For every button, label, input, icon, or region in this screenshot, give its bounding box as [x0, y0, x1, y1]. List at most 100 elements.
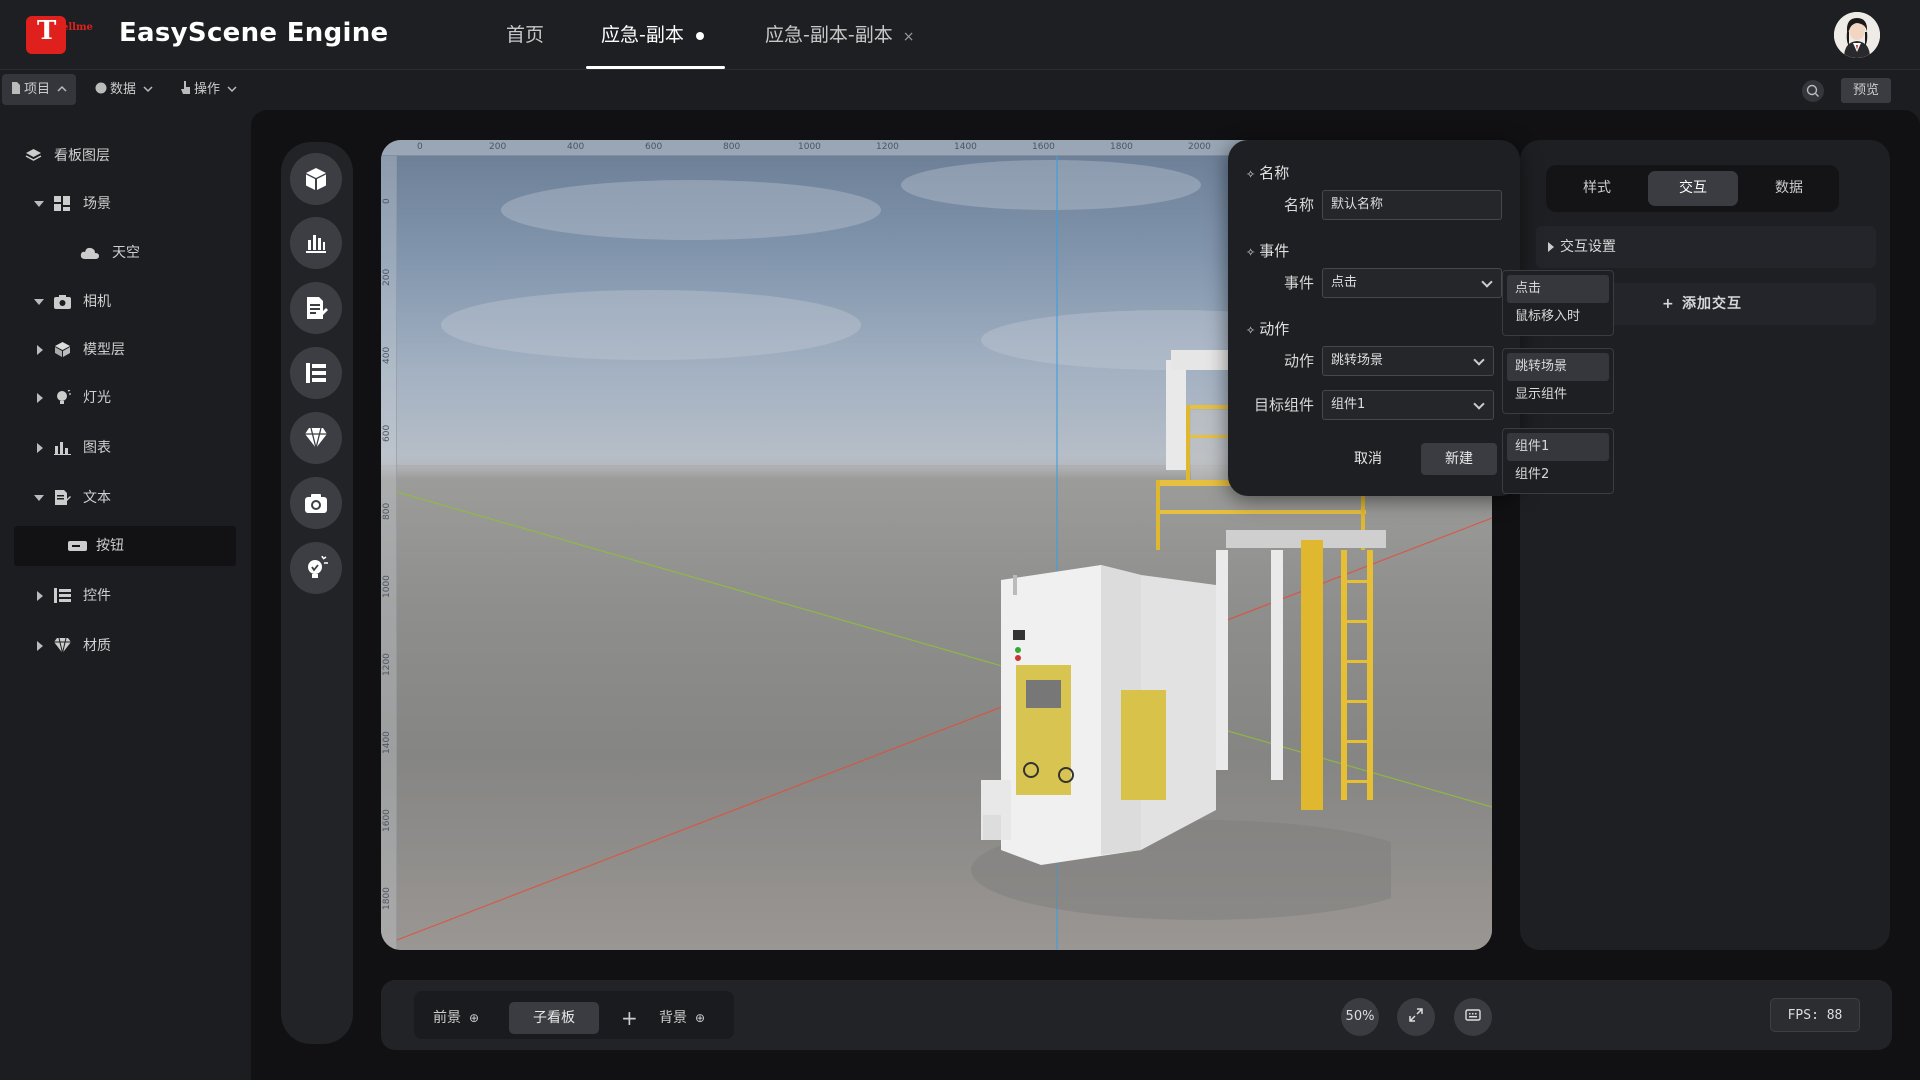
interaction-settings-row[interactable]: 交互设置 — [1536, 226, 1876, 268]
menu-label: 数据 — [110, 82, 137, 97]
keyboard-button[interactable] — [1454, 998, 1492, 1036]
ruler-tick: 1000 — [382, 575, 392, 598]
add-chart-button[interactable] — [290, 217, 342, 269]
layer-item-material[interactable]: 材质 — [0, 626, 250, 666]
ruler-tick: 0 — [382, 198, 392, 204]
target-component-select[interactable]: 组件1 — [1322, 390, 1494, 420]
layer-item-camera[interactable]: 相机 — [0, 282, 250, 322]
foreground-button[interactable]: 前景 ⊕ — [433, 1002, 479, 1034]
event-select-value: 点击 — [1331, 275, 1358, 290]
add-text-button[interactable] — [290, 282, 342, 334]
expand-icon — [1409, 1008, 1423, 1022]
logo-text: ellme — [62, 22, 93, 33]
ruler-tick: 200 — [382, 268, 392, 286]
dropdown-option[interactable]: 跳转场景 — [1507, 353, 1609, 381]
avatar[interactable] — [1834, 12, 1880, 58]
dropdown-option[interactable]: 点击 — [1507, 275, 1609, 303]
layer-item-control[interactable]: 控件 — [0, 576, 250, 616]
zoom-level-button[interactable]: 50% — [1341, 998, 1379, 1036]
ruler-tick: 600 — [645, 142, 663, 152]
tab-emergency-copy-copy[interactable]: 应急-副本-副本 × — [765, 0, 914, 70]
target-select-value: 组件1 — [1331, 397, 1366, 412]
tab-style[interactable]: 样式 — [1552, 171, 1642, 206]
add-control-button[interactable] — [290, 347, 342, 399]
layer-item-sky[interactable]: 天空 — [0, 233, 250, 273]
search-button[interactable] — [1802, 80, 1824, 102]
caret-down-icon[interactable] — [34, 495, 44, 501]
ruler-tick: 800 — [723, 142, 741, 152]
close-icon[interactable]: × — [903, 29, 915, 45]
hand-pointer-icon — [181, 81, 190, 94]
background-button[interactable]: 背景 ⊕ — [659, 1002, 705, 1034]
add-layer-button[interactable]: + — [621, 1002, 638, 1034]
caret-down-icon[interactable] — [34, 201, 44, 207]
layer-item-text[interactable]: 文本 — [0, 478, 250, 518]
action-label: 动作 — [1283, 352, 1314, 370]
action-select[interactable]: 跳转场景 — [1322, 346, 1494, 376]
layer-label: 灯光 — [83, 390, 111, 406]
menu-data[interactable]: 数据 — [86, 74, 162, 105]
layer-label: 模型层 — [83, 342, 125, 358]
section-event-header: ✧ 事件 — [1246, 242, 1290, 260]
layer-item-chart[interactable]: 图表 — [0, 428, 250, 468]
section-name-header: ✧ 名称 — [1246, 164, 1290, 182]
layers-title: 看板图层 — [54, 148, 110, 164]
toolbar: 项目 数据 操作 预览 — [0, 72, 1920, 108]
add-camera-button[interactable] — [290, 477, 342, 529]
sub-board-button[interactable]: 子看板 — [509, 1002, 599, 1034]
tab-label: 应急-副本 — [601, 24, 684, 46]
add-model-button[interactable] — [290, 153, 342, 205]
tab-emergency-copy[interactable]: 应急-副本 — [601, 0, 704, 70]
tab-data[interactable]: 数据 — [1744, 171, 1834, 206]
expand-button[interactable] — [1397, 998, 1435, 1036]
dropdown-option[interactable]: 鼠标移入时 — [1507, 303, 1609, 331]
create-button[interactable]: 新建 — [1421, 443, 1497, 475]
add-light-button[interactable] — [290, 542, 342, 594]
caret-right-icon[interactable] — [37, 641, 43, 651]
caret-right-icon[interactable] — [37, 443, 43, 453]
action-select-value: 跳转场景 — [1331, 353, 1384, 368]
layer-label: 控件 — [83, 588, 111, 604]
cube-icon — [306, 168, 326, 190]
properties-tabs: 样式 交互 数据 — [1546, 165, 1839, 212]
target-dropdown-menu: 组件1 组件2 — [1502, 428, 1614, 494]
dropdown-option[interactable]: 组件2 — [1507, 461, 1609, 489]
layer-item-model[interactable]: 模型层 — [0, 330, 250, 370]
tab-home[interactable]: 首页 — [506, 0, 544, 70]
active-tab-indicator — [586, 66, 725, 69]
fps-counter: FPS: 88 — [1770, 998, 1860, 1032]
event-select[interactable]: 点击 — [1322, 268, 1502, 298]
add-material-button[interactable] — [290, 412, 342, 464]
ruler-tick: 1600 — [382, 809, 392, 832]
caret-right-icon[interactable] — [37, 591, 43, 601]
dropdown-option[interactable]: 组件1 — [1507, 433, 1609, 461]
caret-right-icon[interactable] — [37, 393, 43, 403]
tab-interaction[interactable]: 交互 — [1648, 171, 1738, 206]
logo-letter: T — [37, 16, 57, 46]
layer-item-scene[interactable]: 场景 — [0, 184, 250, 224]
ruler-tick: 1000 — [798, 142, 821, 152]
file-icon — [12, 82, 20, 94]
dropdown-option[interactable]: 显示组件 — [1507, 381, 1609, 409]
top-bar: T ellme EasyScene Engine 首页 应急-副本 应急-副本-… — [0, 0, 1920, 70]
menu-project[interactable]: 项目 — [2, 74, 77, 105]
camera-icon — [305, 494, 327, 513]
layer-item-light[interactable]: 灯光 — [0, 378, 250, 418]
keyboard-icon — [1465, 1009, 1481, 1021]
ruler-vertical: 0 200 400 600 800 1000 1200 1400 1600 18… — [381, 156, 397, 950]
ruler-tick: 1200 — [876, 142, 899, 152]
cancel-button[interactable]: 取消 — [1330, 443, 1406, 475]
document-edit-icon — [55, 490, 71, 505]
plus-icon: + — [1662, 296, 1674, 312]
cloud-icon — [80, 247, 99, 259]
layer-item-button[interactable]: 按钮 — [14, 526, 236, 566]
caret-down-icon[interactable] — [34, 299, 44, 305]
tab-label: 应急-副本-副本 — [765, 24, 893, 46]
ruler-tick: 0 — [417, 142, 423, 152]
menu-operation[interactable]: 操作 — [172, 74, 246, 105]
preview-button[interactable]: 预览 — [1841, 78, 1891, 103]
chevron-down-icon — [1473, 354, 1485, 366]
section-action-header: ✧ 动作 — [1246, 320, 1290, 338]
caret-right-icon[interactable] — [37, 345, 43, 355]
name-input[interactable]: 默认名称 — [1322, 190, 1502, 220]
